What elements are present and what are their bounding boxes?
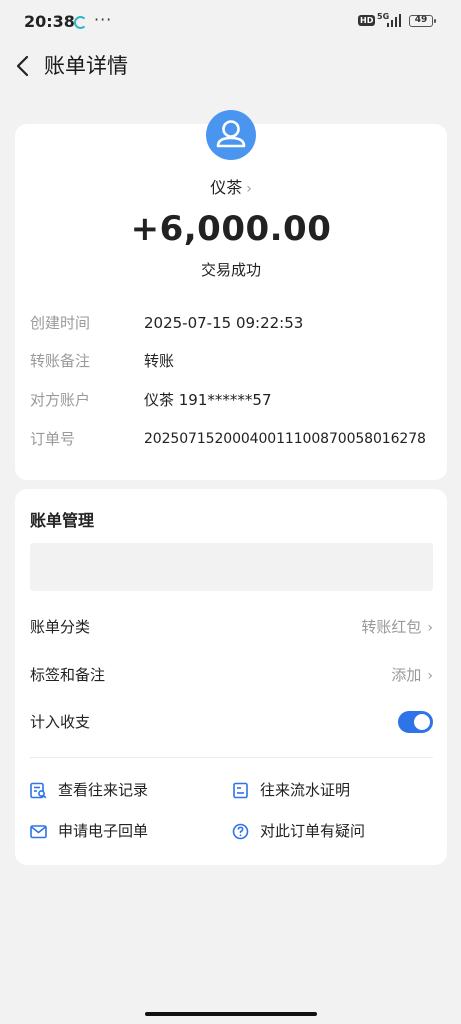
more-notifications-icon: ···	[94, 10, 113, 29]
detail-label: 转账备注	[30, 352, 91, 370]
nav-bar: 账单详情	[0, 44, 461, 88]
category-value: 转账红包	[361, 618, 422, 636]
category-label: 账单分类	[30, 618, 91, 636]
battery-icon: 49	[409, 15, 436, 27]
mail-icon	[30, 825, 47, 839]
detail-label: 创建时间	[30, 314, 91, 332]
flow-proof-label: 往来流水证明	[260, 781, 351, 799]
avatar	[206, 110, 256, 160]
transaction-amount: +6,000.00	[130, 209, 332, 249]
detail-label: 对方账户	[30, 391, 91, 409]
status-bar: 20:38 ··· HD 5G 49	[0, 0, 461, 44]
merchant-name: 仪茶	[210, 178, 243, 197]
add-tag-label: 添加	[391, 666, 422, 684]
signal-icon	[387, 14, 403, 27]
transaction-status: 交易成功	[200, 261, 261, 279]
view-records-label: 查看往来记录	[58, 781, 149, 799]
records-icon	[30, 782, 47, 799]
chevron-right-icon: ›	[246, 181, 252, 197]
include-toggle[interactable]	[398, 711, 433, 733]
order-question-label: 对此订单有疑问	[260, 822, 366, 840]
home-indicator[interactable]	[145, 1012, 317, 1016]
chevron-right-icon: ›	[427, 668, 433, 684]
category-selector[interactable]: 转账红包 ›	[361, 613, 433, 642]
order-number: 20250715200040011100870058016278	[144, 431, 426, 447]
include-label: 计入收支	[30, 713, 91, 731]
user-icon	[216, 120, 246, 148]
divider	[30, 757, 433, 758]
transaction-card: 仪茶 › +6,000.00 交易成功 创建时间 2025-07-15 09:22…	[15, 110, 447, 480]
detail-value: 2025-07-15 09:22:53	[144, 314, 304, 332]
e-receipt-label: 申请电子回单	[58, 822, 149, 840]
page-title: 账单详情	[44, 54, 128, 78]
question-icon	[232, 823, 249, 840]
tags-row[interactable]: 标签和备注 添加 ›	[30, 661, 433, 689]
chevron-right-icon: ›	[427, 620, 433, 636]
detail-value: 转账	[144, 352, 175, 370]
include-row: 计入收支	[30, 708, 433, 736]
bill-management-card: 账单管理 账单分类 转账红包 › 标签和备注 添加 › 计入收支 查看往来记录 往来…	[15, 489, 447, 865]
document-icon	[233, 782, 248, 799]
back-arrow-icon[interactable]	[12, 52, 36, 80]
section-title: 账单管理	[30, 511, 95, 530]
detail-value: 仪茶 191******57	[144, 391, 272, 409]
sync-icon	[74, 16, 87, 29]
status-time: 20:38	[24, 12, 75, 31]
placeholder-block	[30, 543, 433, 591]
tags-label: 标签和备注	[30, 666, 106, 684]
detail-label: 订单号	[30, 430, 76, 448]
add-tag-button[interactable]: 添加 ›	[391, 661, 433, 690]
toggle-knob	[414, 714, 430, 730]
category-row[interactable]: 账单分类 转账红包 ›	[30, 613, 433, 641]
merchant-name-link[interactable]: 仪茶 ›	[15, 174, 447, 198]
hd-badge: HD	[358, 15, 376, 26]
